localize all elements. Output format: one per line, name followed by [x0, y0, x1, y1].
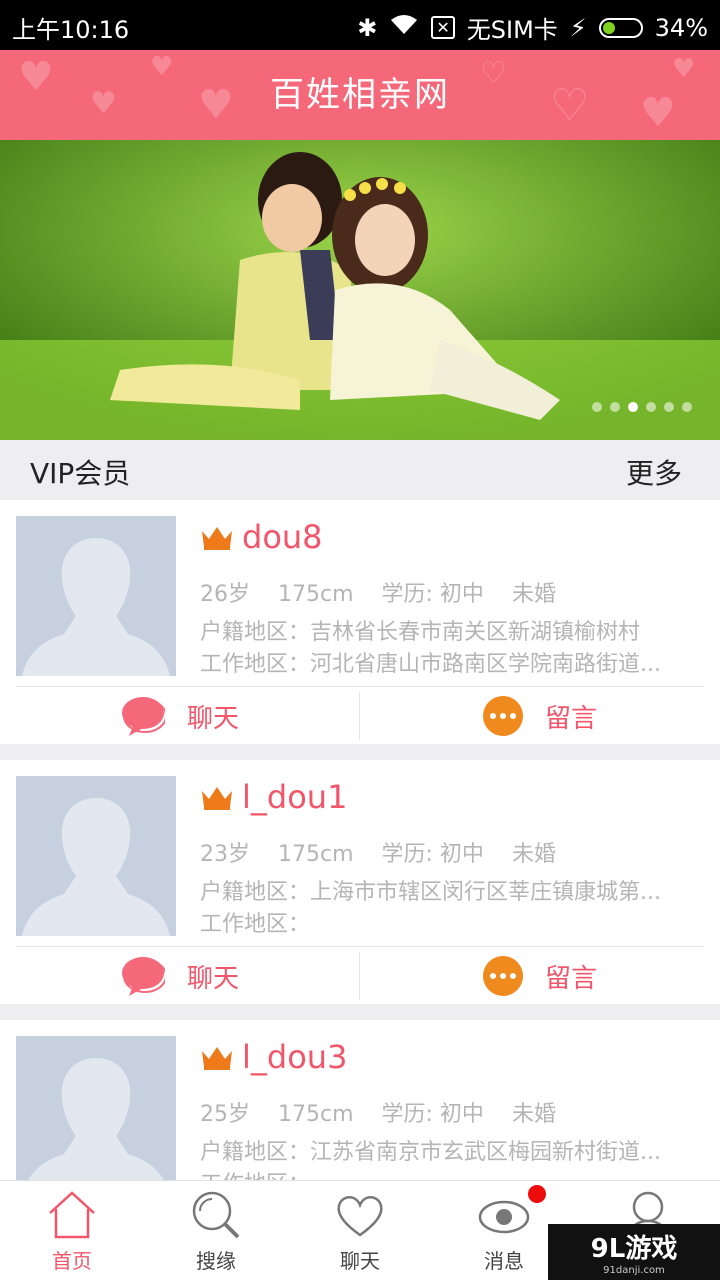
banner-carousel[interactable] [0, 140, 720, 440]
tab-home[interactable]: 首页 [0, 1181, 144, 1280]
message-label: 留言 [544, 703, 597, 734]
tab-label: 首页 [52, 1249, 92, 1273]
carousel-indicator [592, 402, 692, 412]
carousel-dot[interactable] [592, 402, 602, 412]
member-card[interactable]: l_dou3 25岁 175cm 学历: 初中 未婚 户籍地区：江苏省南京市玄武区梅园… [0, 1020, 720, 1180]
member-education: 学历: 初中 [381, 1102, 484, 1127]
avatar[interactable] [16, 776, 176, 936]
carousel-dot[interactable] [628, 402, 638, 412]
member-work: 工作地区： [200, 912, 311, 937]
member-name[interactable]: l_dou3 [242, 1038, 347, 1076]
member-work: 工作地区： [200, 1166, 700, 1180]
member-education: 学历: 初中 [381, 842, 484, 867]
watermark-url: 91danji.com [603, 1265, 665, 1276]
carousel-dot[interactable] [646, 402, 656, 412]
notification-badge [528, 1185, 546, 1203]
tab-label: 聊天 [340, 1249, 380, 1273]
avatar-placeholder-icon [22, 798, 170, 936]
crown-icon [202, 527, 232, 550]
member-stats: 23岁 175cm 学历: 初中 未婚 [200, 836, 700, 868]
chat-button[interactable]: 聊天 [0, 948, 360, 1004]
member-card[interactable]: l_dou1 23岁 175cm 学历: 初中 未婚 户籍地区：上海市市辖区闵行区莘庄… [0, 760, 720, 1004]
banner-image [0, 140, 720, 440]
heart-icon [337, 1196, 383, 1237]
member-height: 175cm [278, 582, 354, 607]
carousel-dot[interactable] [610, 402, 620, 412]
carousel-dot[interactable] [682, 402, 692, 412]
wifi-icon [389, 14, 419, 42]
watermark-logo: 9L游戏 91danji.com [548, 1224, 720, 1280]
sim-status: 无SIM卡 [466, 16, 558, 44]
app-header: ♥ ♥ ♥ ♥ ♡ ♡ ♥ ♥ 百姓相亲网 [0, 50, 720, 140]
bluetooth-icon: ✱ [357, 13, 378, 42]
battery-percent: 34% [654, 13, 708, 42]
divider [16, 946, 704, 947]
home-icon [49, 1191, 95, 1239]
member-age: 25岁 [200, 1102, 250, 1127]
member-age: 26岁 [200, 582, 250, 607]
app-title: 百姓相亲网 [270, 75, 450, 115]
member-name[interactable]: dou8 [242, 518, 323, 556]
member-name-row: l_dou1 [200, 778, 347, 816]
vip-section-header: VIP会员 更多 [0, 440, 720, 500]
section-title: VIP会员 [30, 457, 131, 490]
member-marital: 未婚 [511, 1102, 556, 1127]
member-height: 175cm [278, 842, 354, 867]
status-icons: ✱ ✕ 无SIM卡 ⚡ 34% [357, 10, 708, 45]
member-stats: 25岁 175cm 学历: 初中 未婚 [200, 1096, 700, 1128]
chat-label: 聊天 [186, 703, 239, 734]
member-actions: 聊天 留言 [0, 948, 720, 1004]
message-button[interactable]: 留言 [360, 948, 720, 1004]
chat-label: 聊天 [186, 963, 239, 994]
crown-icon [202, 787, 232, 810]
member-hometown: 户籍地区：上海市市辖区闵行区莘庄镇康城第... [200, 880, 661, 905]
divider [16, 686, 704, 687]
carousel-dot[interactable] [664, 402, 674, 412]
member-card[interactable]: dou8 26岁 175cm 学历: 初中 未婚 户籍地区：吉林省长春市南关区新湖镇榆… [0, 500, 720, 744]
search-icon [192, 1191, 240, 1239]
tab-label: 搜缘 [196, 1249, 236, 1273]
member-actions: 聊天 留言 [0, 688, 720, 744]
avatar-placeholder-icon [22, 538, 170, 676]
charging-icon: ⚡ [569, 13, 587, 42]
more-dots-icon [482, 956, 523, 996]
member-hometown: 户籍地区：江苏省南京市玄武区梅园新村街道... [200, 1140, 661, 1165]
member-height: 175cm [278, 1102, 354, 1127]
more-link[interactable]: 更多 [626, 452, 682, 492]
member-education: 学历: 初中 [381, 582, 484, 607]
chat-button[interactable]: 聊天 [0, 688, 360, 744]
watermark-text: 9L游戏 [590, 1234, 678, 1264]
member-name[interactable]: l_dou1 [242, 778, 347, 816]
more-dots-icon [482, 696, 523, 736]
message-label: 留言 [544, 963, 597, 994]
status-bar: 上午10:16 ✱ ✕ 无SIM卡 ⚡ 34% [0, 0, 720, 50]
member-marital: 未婚 [511, 842, 556, 867]
member-age: 23岁 [200, 842, 250, 867]
chat-bubble-icon [121, 957, 165, 996]
eye-icon [478, 1200, 530, 1234]
member-name-row: l_dou3 [200, 1038, 347, 1076]
member-work: 工作地区：河北省唐山市路南区学院南路街道... [200, 652, 661, 677]
member-hometown: 户籍地区：吉林省长春市南关区新湖镇榆树村 [200, 620, 641, 645]
member-name-row: dou8 [200, 518, 323, 556]
sim-card-icon: ✕ [431, 16, 455, 39]
member-stats: 26岁 175cm 学历: 初中 未婚 [200, 576, 700, 608]
chat-bubble-icon [121, 697, 165, 736]
avatar[interactable] [16, 1036, 176, 1180]
avatar[interactable] [16, 516, 176, 676]
battery-icon [598, 17, 643, 38]
tab-search[interactable]: 搜缘 [144, 1181, 288, 1280]
tab-label: 消息 [484, 1249, 524, 1273]
crown-icon [202, 1047, 232, 1070]
status-time: 上午10:16 [12, 16, 130, 44]
tab-chat[interactable]: 聊天 [288, 1181, 432, 1280]
avatar-placeholder-icon [28, 1058, 164, 1180]
message-button[interactable]: 留言 [360, 688, 720, 744]
member-marital: 未婚 [511, 582, 556, 607]
